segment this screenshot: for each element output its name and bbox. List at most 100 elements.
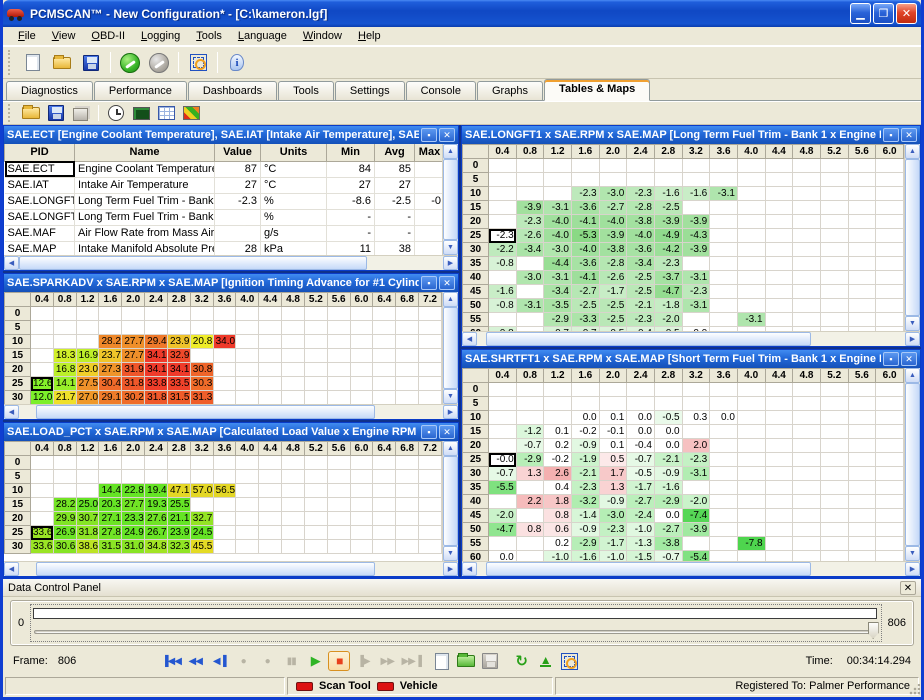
map-cell[interactable]: -3.0 (544, 243, 572, 257)
map-cell[interactable] (820, 187, 848, 201)
map-cell[interactable] (876, 509, 904, 523)
map-cell[interactable]: 0.2 (544, 537, 572, 551)
map-cell[interactable] (236, 512, 259, 526)
map-cell[interactable] (793, 257, 821, 271)
map-cell[interactable] (259, 540, 282, 554)
map-cell[interactable]: -2.0 (489, 509, 517, 523)
map-cell[interactable] (516, 509, 544, 523)
map-cell[interactable]: 19.3 (145, 498, 168, 512)
map-cell[interactable] (848, 509, 876, 523)
watch-pid-cell[interactable]: SAE.ECT (5, 161, 75, 177)
map-cell[interactable]: -2.5 (571, 299, 599, 313)
map-cell[interactable]: -0.9 (571, 523, 599, 537)
map-cell[interactable]: -4.0 (544, 229, 572, 243)
disconnect-icon[interactable] (146, 50, 172, 76)
map-cell[interactable]: -2.7 (599, 201, 627, 215)
scroll-up-icon[interactable]: ▲ (443, 441, 458, 456)
map-cell[interactable] (122, 456, 145, 470)
map-cell[interactable]: 0.8 (516, 523, 544, 537)
map-cell[interactable] (793, 425, 821, 439)
map-cell[interactable] (122, 321, 145, 335)
map-cell[interactable] (544, 383, 572, 397)
map-cell[interactable] (489, 537, 517, 551)
map-cell[interactable]: -4.0 (627, 229, 655, 243)
map-cell[interactable] (190, 498, 213, 512)
panel-close-icon[interactable]: ✕ (439, 425, 455, 439)
map-cell[interactable] (167, 307, 190, 321)
map-cell[interactable]: 32.7 (190, 512, 213, 526)
map-cell[interactable] (820, 299, 848, 313)
map-cell[interactable]: -4.3 (682, 229, 710, 243)
map-cell[interactable] (710, 481, 738, 495)
map-cell[interactable] (213, 470, 236, 484)
map-cell[interactable]: -3.7 (654, 271, 682, 285)
map-cell[interactable] (876, 397, 904, 411)
map-cell[interactable] (876, 467, 904, 481)
map-cell[interactable] (373, 307, 396, 321)
map-cell[interactable]: 12.6 (31, 377, 54, 391)
map-cell[interactable] (765, 509, 793, 523)
map-cell[interactable] (282, 349, 305, 363)
map-cell[interactable] (122, 307, 145, 321)
export-package-icon[interactable] (70, 103, 92, 123)
map-cell[interactable] (737, 299, 765, 313)
map-cell[interactable]: -3.9 (654, 215, 682, 229)
map-cell[interactable] (350, 307, 373, 321)
map-cell[interactable]: -2.3 (599, 523, 627, 537)
menu-item-help[interactable]: Help (351, 28, 388, 44)
map-cell[interactable] (419, 377, 442, 391)
map-cell[interactable]: 1.3 (516, 467, 544, 481)
map-cell[interactable]: -0.2 (544, 453, 572, 467)
scroll-down-icon[interactable]: ▼ (905, 546, 920, 561)
map-cell[interactable] (876, 257, 904, 271)
map-cell[interactable] (396, 470, 419, 484)
map-cell[interactable] (765, 537, 793, 551)
map-cell[interactable] (76, 456, 99, 470)
map-cell[interactable] (820, 243, 848, 257)
map-cell[interactable] (350, 484, 373, 498)
map-cell[interactable] (304, 470, 327, 484)
map-cell[interactable] (282, 377, 305, 391)
map-cell[interactable]: -2.8 (599, 257, 627, 271)
map-cell[interactable] (765, 495, 793, 509)
map-cell[interactable] (419, 349, 442, 363)
map-cell[interactable] (213, 377, 236, 391)
map-cell[interactable] (848, 173, 876, 187)
map-cell[interactable] (737, 173, 765, 187)
map-cell[interactable]: -0.5 (627, 467, 655, 481)
map-cell[interactable]: 56.5 (213, 484, 236, 498)
stop-button[interactable]: ■ (328, 651, 350, 671)
gauge-clock-icon[interactable] (105, 103, 127, 123)
map-cell[interactable]: -2.3 (516, 215, 544, 229)
map-cell[interactable] (31, 363, 54, 377)
map-cell[interactable] (350, 512, 373, 526)
map-cell[interactable]: 30.3 (190, 377, 213, 391)
scroll-right-icon[interactable]: ▶ (443, 256, 458, 270)
map-cell[interactable]: 27.7 (122, 349, 145, 363)
map-cell[interactable] (710, 453, 738, 467)
map-cell[interactable] (236, 498, 259, 512)
tab-tables-maps[interactable]: Tables & Maps (544, 79, 650, 101)
map-cell[interactable] (236, 526, 259, 540)
map-cell[interactable] (765, 383, 793, 397)
map-cell[interactable] (710, 383, 738, 397)
lcd-display-icon[interactable] (130, 103, 152, 123)
scroll-left-icon[interactable]: ◀ (462, 562, 477, 576)
map-cell[interactable] (710, 215, 738, 229)
panel-minimize-icon[interactable]: ▪ (421, 425, 437, 439)
panel-close-icon[interactable]: ✕ (439, 128, 455, 142)
map-cell[interactable]: 14.1 (53, 377, 76, 391)
map-cell[interactable] (259, 456, 282, 470)
scroll-down-icon[interactable]: ▼ (443, 240, 458, 255)
map-cell[interactable]: -4.1 (571, 271, 599, 285)
map-cell[interactable] (682, 425, 710, 439)
map-cell[interactable] (327, 540, 350, 554)
map-cell[interactable]: -2.5 (599, 299, 627, 313)
map-cell[interactable]: -1.4 (571, 509, 599, 523)
map-cell[interactable] (282, 484, 305, 498)
map-cell[interactable] (737, 439, 765, 453)
new-file-icon[interactable] (20, 50, 46, 76)
map-cell[interactable] (848, 481, 876, 495)
map-cell[interactable]: 28.2 (53, 498, 76, 512)
open-file-icon[interactable] (20, 103, 42, 123)
